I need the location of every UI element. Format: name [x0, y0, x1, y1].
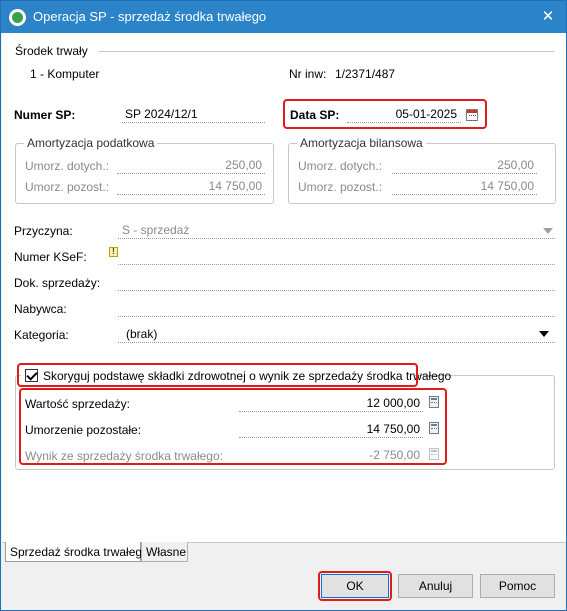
date-highlight-box [283, 99, 487, 129]
asset-section-label: Środek trwały [15, 44, 88, 58]
reason-select[interactable]: S - sprzedaż [118, 221, 555, 239]
title-bar: Operacja SP - sprzedaż środka trwałego ✕ [1, 1, 566, 33]
ksef-label: Numer KSeF: [14, 250, 87, 264]
tab-bar: Sprzedaż środka trwałego Własne [2, 542, 566, 564]
dialog-content: Środek trwały 1 - Komputer Nr inw: 1/237… [2, 33, 566, 543]
dialog-window: Operacja SP - sprzedaż środka trwałego ✕… [0, 0, 567, 611]
reason-value: S - sprzedaż [122, 223, 190, 237]
ok-highlight-box [318, 571, 392, 601]
tax-remaining-field: 14 750,00 [117, 177, 265, 195]
window-title: Operacja SP - sprzedaż środka trwałego [33, 9, 267, 24]
balance-remaining-value: 14 750,00 [480, 179, 534, 193]
category-label: Kategoria: [14, 328, 69, 342]
cancel-button[interactable]: Anuluj [398, 574, 473, 598]
ksef-field[interactable] [118, 247, 555, 265]
buyer-label: Nabywca: [14, 302, 67, 316]
tax-remaining-label: Umorz. pozost.: [25, 180, 110, 194]
category-value: (brak) [126, 327, 158, 341]
tax-subsidy-field: 250,00 [117, 156, 265, 174]
balance-remaining-label: Umorz. pozost.: [298, 180, 383, 194]
category-chevron-down-icon[interactable] [539, 331, 549, 337]
sp-number-field[interactable]: SP 2024/12/1 [122, 105, 265, 123]
tab-custom[interactable]: Własne [141, 542, 188, 562]
balance-remaining-field: 14 750,00 [392, 177, 537, 195]
balance-subsidy-field: 250,00 [392, 156, 537, 174]
category-select[interactable]: (brak) [118, 325, 555, 343]
sale-doc-label: Dok. sprzedaży: [14, 276, 101, 290]
balance-subsidy-value: 250,00 [497, 158, 534, 172]
tab-asset-sale[interactable]: Sprzedaż środka trwałego [5, 542, 149, 562]
sp-number-value: SP 2024/12/1 [125, 107, 198, 121]
sp-number-label: Numer SP: [14, 108, 76, 122]
reason-chevron-down-icon[interactable] [543, 228, 553, 234]
balance-subsidy-label: Umorz. dotych.: [298, 159, 383, 173]
checkbox-highlight-box [17, 363, 418, 387]
tax-depreciation-title: Amortyzacja podatkowa [24, 136, 158, 150]
sale-doc-field[interactable] [118, 273, 555, 291]
tax-subsidy-value: 250,00 [225, 158, 262, 172]
close-button[interactable]: ✕ [530, 1, 566, 33]
info-icon: ! [109, 247, 118, 257]
inventory-label: Nr inw: [289, 67, 327, 81]
values-highlight-box [19, 388, 447, 465]
app-logo-icon [9, 9, 26, 26]
buyer-field[interactable] [118, 299, 555, 317]
reason-label: Przyczyna: [14, 224, 73, 238]
inventory-number: 1/2371/487 [335, 67, 396, 81]
section-divider [98, 51, 554, 52]
tax-remaining-value: 14 750,00 [208, 179, 262, 193]
tax-subsidy-label: Umorz. dotych.: [25, 159, 110, 173]
balance-depreciation-title: Amortyzacja bilansowa [297, 136, 426, 150]
help-button[interactable]: Pomoc [480, 574, 555, 598]
asset-name: 1 - Komputer [30, 67, 100, 81]
